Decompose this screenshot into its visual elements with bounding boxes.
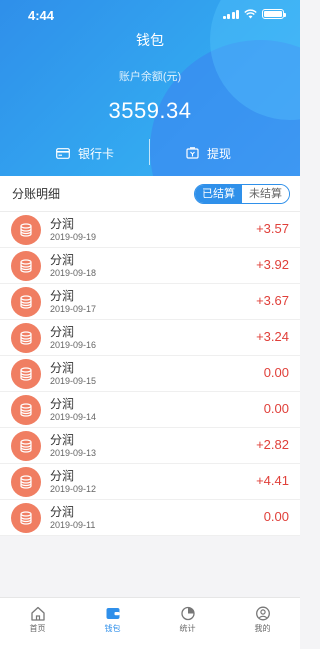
record-name: 分润 xyxy=(50,433,75,447)
list-item[interactable]: 分润 2019-09-13 +2.82 xyxy=(0,428,300,464)
detail-title: 分账明细 xyxy=(12,187,61,201)
record-name: 分润 xyxy=(50,289,75,303)
record-amount: +4.41 xyxy=(256,473,289,488)
record-date: 2019-09-11 xyxy=(50,520,96,530)
record-name: 分润 xyxy=(50,253,75,267)
withdraw-label: 提现 xyxy=(207,146,232,161)
status-time: 4:44 xyxy=(28,8,55,23)
status-bar: 4:44 xyxy=(0,0,300,30)
list-item[interactable]: 分润 2019-09-17 +3.67 xyxy=(0,284,300,320)
tab-home-label: 首页 xyxy=(29,624,46,633)
tab-home[interactable]: 首页 xyxy=(0,598,75,649)
record-amount: +2.82 xyxy=(256,437,289,452)
balance-label: 账户余额(元) xyxy=(118,71,182,83)
withdraw-button[interactable]: 提现 xyxy=(186,142,231,164)
record-amount: +3.67 xyxy=(256,293,289,308)
tab-mine-label: 我的 xyxy=(254,624,271,633)
coin-stack-icon xyxy=(11,431,41,461)
coin-stack-icon xyxy=(11,467,41,497)
home-icon xyxy=(30,606,45,621)
wallet-icon xyxy=(106,608,119,619)
coin-stack-icon xyxy=(11,395,41,425)
record-name: 分润 xyxy=(50,469,75,483)
record-date: 2019-09-14 xyxy=(50,412,97,422)
tab-unsettled[interactable]: 未结算 xyxy=(242,184,289,203)
list-item[interactable]: 分润 2019-09-19 +3.57 xyxy=(0,212,300,248)
balance-value: 3559.34 xyxy=(108,98,192,123)
record-date: 2019-09-17 xyxy=(50,304,97,314)
page-title: 钱包 xyxy=(136,32,164,48)
record-amount: 0.00 xyxy=(263,509,289,524)
withdraw-icon xyxy=(186,147,199,159)
record-date: 2019-09-12 xyxy=(50,484,97,494)
list-item[interactable]: 分润 2019-09-16 +3.24 xyxy=(0,320,300,356)
bank-card-button[interactable]: 银行卡 xyxy=(56,142,114,164)
pie-chart-icon xyxy=(180,606,195,621)
tab-bar: 首页 钱包 统计 我的 xyxy=(0,597,300,649)
tab-mine[interactable]: 我的 xyxy=(225,598,300,649)
list-item[interactable]: 分润 2019-09-15 0.00 xyxy=(0,356,300,392)
status-icons xyxy=(222,9,286,19)
record-list: 分润 2019-09-19 +3.57 分润 2019-09-18 +3.92 … xyxy=(0,212,300,536)
record-name: 分润 xyxy=(50,361,75,375)
record-date: 2019-09-18 xyxy=(50,268,97,278)
record-date: 2019-09-19 xyxy=(50,232,97,242)
record-date: 2019-09-16 xyxy=(50,340,97,350)
record-amount: +3.92 xyxy=(256,257,289,272)
record-amount: 0.00 xyxy=(263,401,289,416)
record-name: 分润 xyxy=(50,505,75,519)
user-icon xyxy=(255,606,270,621)
coin-stack-icon xyxy=(11,323,41,353)
record-date: 2019-09-13 xyxy=(50,448,97,458)
list-item[interactable]: 分润 2019-09-18 +3.92 xyxy=(0,248,300,284)
wifi-icon xyxy=(244,9,257,19)
tab-settled[interactable]: 已结算 xyxy=(195,184,242,203)
coin-stack-icon xyxy=(11,215,41,245)
list-item[interactable]: 分润 2019-09-14 0.00 xyxy=(0,392,300,428)
tab-wallet[interactable]: 钱包 xyxy=(75,598,150,649)
list-item[interactable]: 分润 2019-09-11 0.00 xyxy=(0,500,300,536)
battery-icon xyxy=(262,9,286,19)
settlement-segmented-control: 已结算 未结算 xyxy=(194,183,290,204)
coin-stack-icon xyxy=(11,287,41,317)
coin-stack-icon xyxy=(11,359,41,389)
action-divider xyxy=(149,139,150,165)
signal-icon xyxy=(222,9,239,19)
record-amount: +3.57 xyxy=(256,221,289,236)
record-amount: 0.00 xyxy=(263,365,289,380)
bank-card-label: 银行卡 xyxy=(78,146,115,161)
wallet-header: 4:44 钱包 账户余额(元) 3559.34 银行卡 提现 xyxy=(0,0,300,176)
list-item[interactable]: 分润 2019-09-12 +4.41 xyxy=(0,464,300,500)
tab-stats[interactable]: 统计 xyxy=(150,598,225,649)
record-name: 分润 xyxy=(50,397,75,411)
tab-wallet-label: 钱包 xyxy=(104,624,121,633)
record-amount: +3.24 xyxy=(256,329,289,344)
detail-header: 分账明细 已结算 未结算 xyxy=(0,176,300,212)
record-date: 2019-09-15 xyxy=(50,376,97,386)
coin-stack-icon xyxy=(11,251,41,281)
coin-stack-icon xyxy=(11,503,41,533)
card-icon xyxy=(56,147,70,159)
tab-stats-label: 统计 xyxy=(179,624,196,633)
record-name: 分润 xyxy=(50,325,75,339)
record-name: 分润 xyxy=(50,217,75,231)
